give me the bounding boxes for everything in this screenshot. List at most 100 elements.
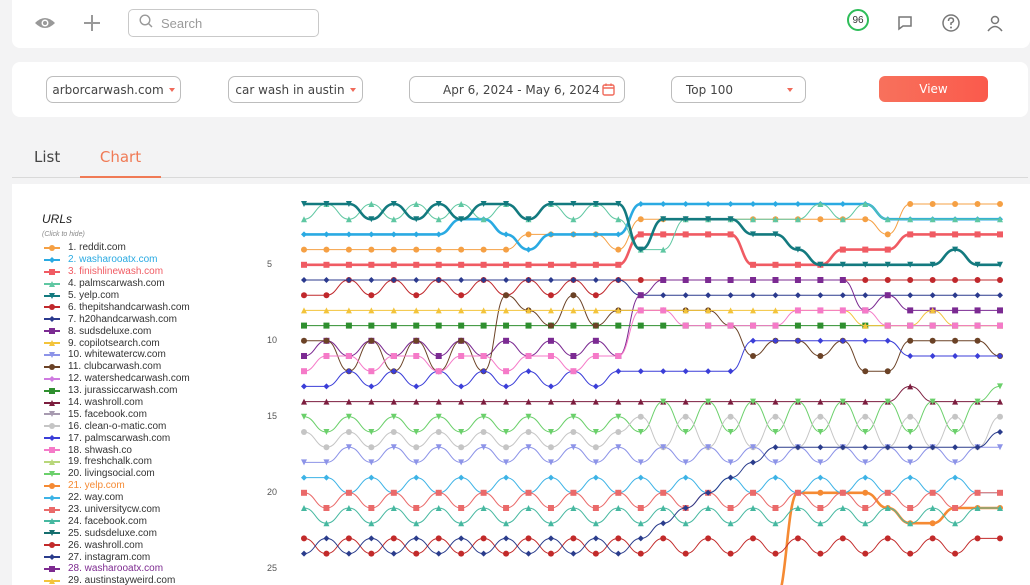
legend-item[interactable]: 26. washroll.com — [42, 539, 272, 551]
series-line[interactable] — [301, 383, 1003, 405]
data-point[interactable] — [637, 307, 644, 314]
data-point[interactable] — [772, 261, 779, 268]
data-point[interactable] — [413, 550, 420, 557]
data-point[interactable] — [413, 444, 420, 451]
data-point[interactable] — [884, 337, 891, 344]
data-point[interactable] — [323, 535, 330, 542]
legend-item[interactable]: 19. freshchalk.com — [42, 456, 272, 468]
data-point[interactable] — [525, 322, 532, 329]
data-point[interactable] — [862, 474, 869, 481]
data-point[interactable] — [907, 337, 914, 344]
data-point[interactable] — [525, 261, 532, 268]
data-point[interactable] — [458, 292, 465, 299]
data-point[interactable] — [974, 337, 981, 344]
data-point[interactable] — [907, 322, 914, 329]
data-point[interactable] — [907, 231, 914, 238]
series-line[interactable] — [301, 383, 1003, 435]
plus-icon[interactable] — [79, 10, 105, 36]
data-point[interactable] — [862, 216, 869, 223]
data-point[interactable] — [615, 231, 622, 238]
data-point[interactable] — [884, 277, 891, 283]
data-point[interactable] — [637, 231, 644, 238]
data-point[interactable] — [435, 550, 442, 557]
data-point[interactable] — [345, 353, 352, 359]
data-point[interactable] — [974, 353, 981, 359]
data-point[interactable] — [345, 246, 352, 253]
data-point[interactable] — [727, 277, 734, 283]
data-point[interactable] — [368, 337, 375, 344]
data-point[interactable] — [929, 535, 936, 542]
data-point[interactable] — [301, 383, 307, 390]
data-point[interactable] — [862, 292, 869, 299]
data-point[interactable] — [547, 550, 554, 557]
data-point[interactable] — [301, 353, 307, 359]
data-point[interactable] — [413, 337, 420, 344]
data-point[interactable] — [772, 550, 779, 557]
data-point[interactable] — [615, 429, 622, 435]
data-point[interactable] — [413, 292, 420, 299]
data-point[interactable] — [480, 261, 487, 268]
search-input[interactable] — [161, 15, 301, 31]
data-point[interactable] — [862, 368, 869, 375]
data-point[interactable] — [368, 535, 375, 542]
data-point[interactable] — [435, 231, 442, 238]
data-point[interactable] — [458, 322, 465, 329]
data-point[interactable] — [817, 216, 824, 223]
data-point[interactable] — [458, 261, 465, 268]
data-point[interactable] — [952, 474, 959, 481]
data-point[interactable] — [637, 368, 644, 375]
data-point[interactable] — [413, 535, 420, 542]
data-point[interactable] — [615, 246, 622, 253]
data-point[interactable] — [413, 231, 420, 238]
data-point[interactable] — [660, 368, 667, 375]
data-point[interactable] — [525, 231, 532, 238]
legend-item[interactable]: 11. clubcarwash.com — [42, 361, 272, 373]
data-point[interactable] — [323, 277, 330, 283]
data-point[interactable] — [772, 201, 779, 207]
data-point[interactable] — [592, 353, 599, 359]
data-point[interactable] — [637, 505, 644, 511]
data-point[interactable] — [660, 489, 667, 496]
data-point[interactable] — [997, 231, 1003, 238]
data-point[interactable] — [862, 307, 869, 314]
data-point[interactable] — [525, 429, 532, 435]
data-point[interactable] — [929, 201, 936, 207]
legend-item[interactable]: 20. livingsocial.com — [42, 468, 272, 480]
data-point[interactable] — [952, 292, 959, 299]
data-point[interactable] — [929, 292, 936, 299]
data-point[interactable] — [301, 337, 307, 344]
data-point[interactable] — [839, 535, 846, 542]
data-point[interactable] — [390, 535, 397, 542]
data-point[interactable] — [817, 307, 824, 314]
data-point[interactable] — [952, 550, 959, 557]
data-point[interactable] — [772, 322, 779, 329]
data-point[interactable] — [592, 383, 599, 390]
data-point[interactable] — [323, 444, 330, 451]
data-point[interactable] — [997, 535, 1003, 542]
data-point[interactable] — [974, 307, 981, 314]
data-point[interactable] — [413, 474, 420, 481]
data-point[interactable] — [458, 505, 465, 511]
data-point[interactable] — [974, 292, 981, 299]
data-point[interactable] — [435, 429, 442, 435]
data-point[interactable] — [592, 474, 599, 481]
data-point[interactable] — [368, 322, 375, 329]
data-point[interactable] — [323, 505, 330, 511]
data-point[interactable] — [750, 201, 757, 207]
data-point[interactable] — [974, 535, 981, 542]
data-point[interactable] — [862, 489, 869, 496]
legend-item[interactable]: 22. way.com — [42, 492, 272, 504]
data-point[interactable] — [390, 550, 397, 557]
data-point[interactable] — [345, 550, 352, 557]
data-point[interactable] — [368, 261, 375, 268]
data-point[interactable] — [458, 337, 465, 344]
data-point[interactable] — [794, 261, 801, 268]
data-point[interactable] — [794, 201, 801, 207]
legend-item[interactable]: 24. facebook.com — [42, 515, 272, 527]
data-point[interactable] — [794, 535, 801, 542]
data-point[interactable] — [727, 368, 734, 375]
data-point[interactable] — [817, 337, 824, 344]
legend-item[interactable]: 29. austinstayweird.com — [42, 575, 272, 585]
legend-item[interactable]: 7. h20handcarwash.com — [42, 313, 272, 325]
data-point[interactable] — [952, 231, 959, 238]
